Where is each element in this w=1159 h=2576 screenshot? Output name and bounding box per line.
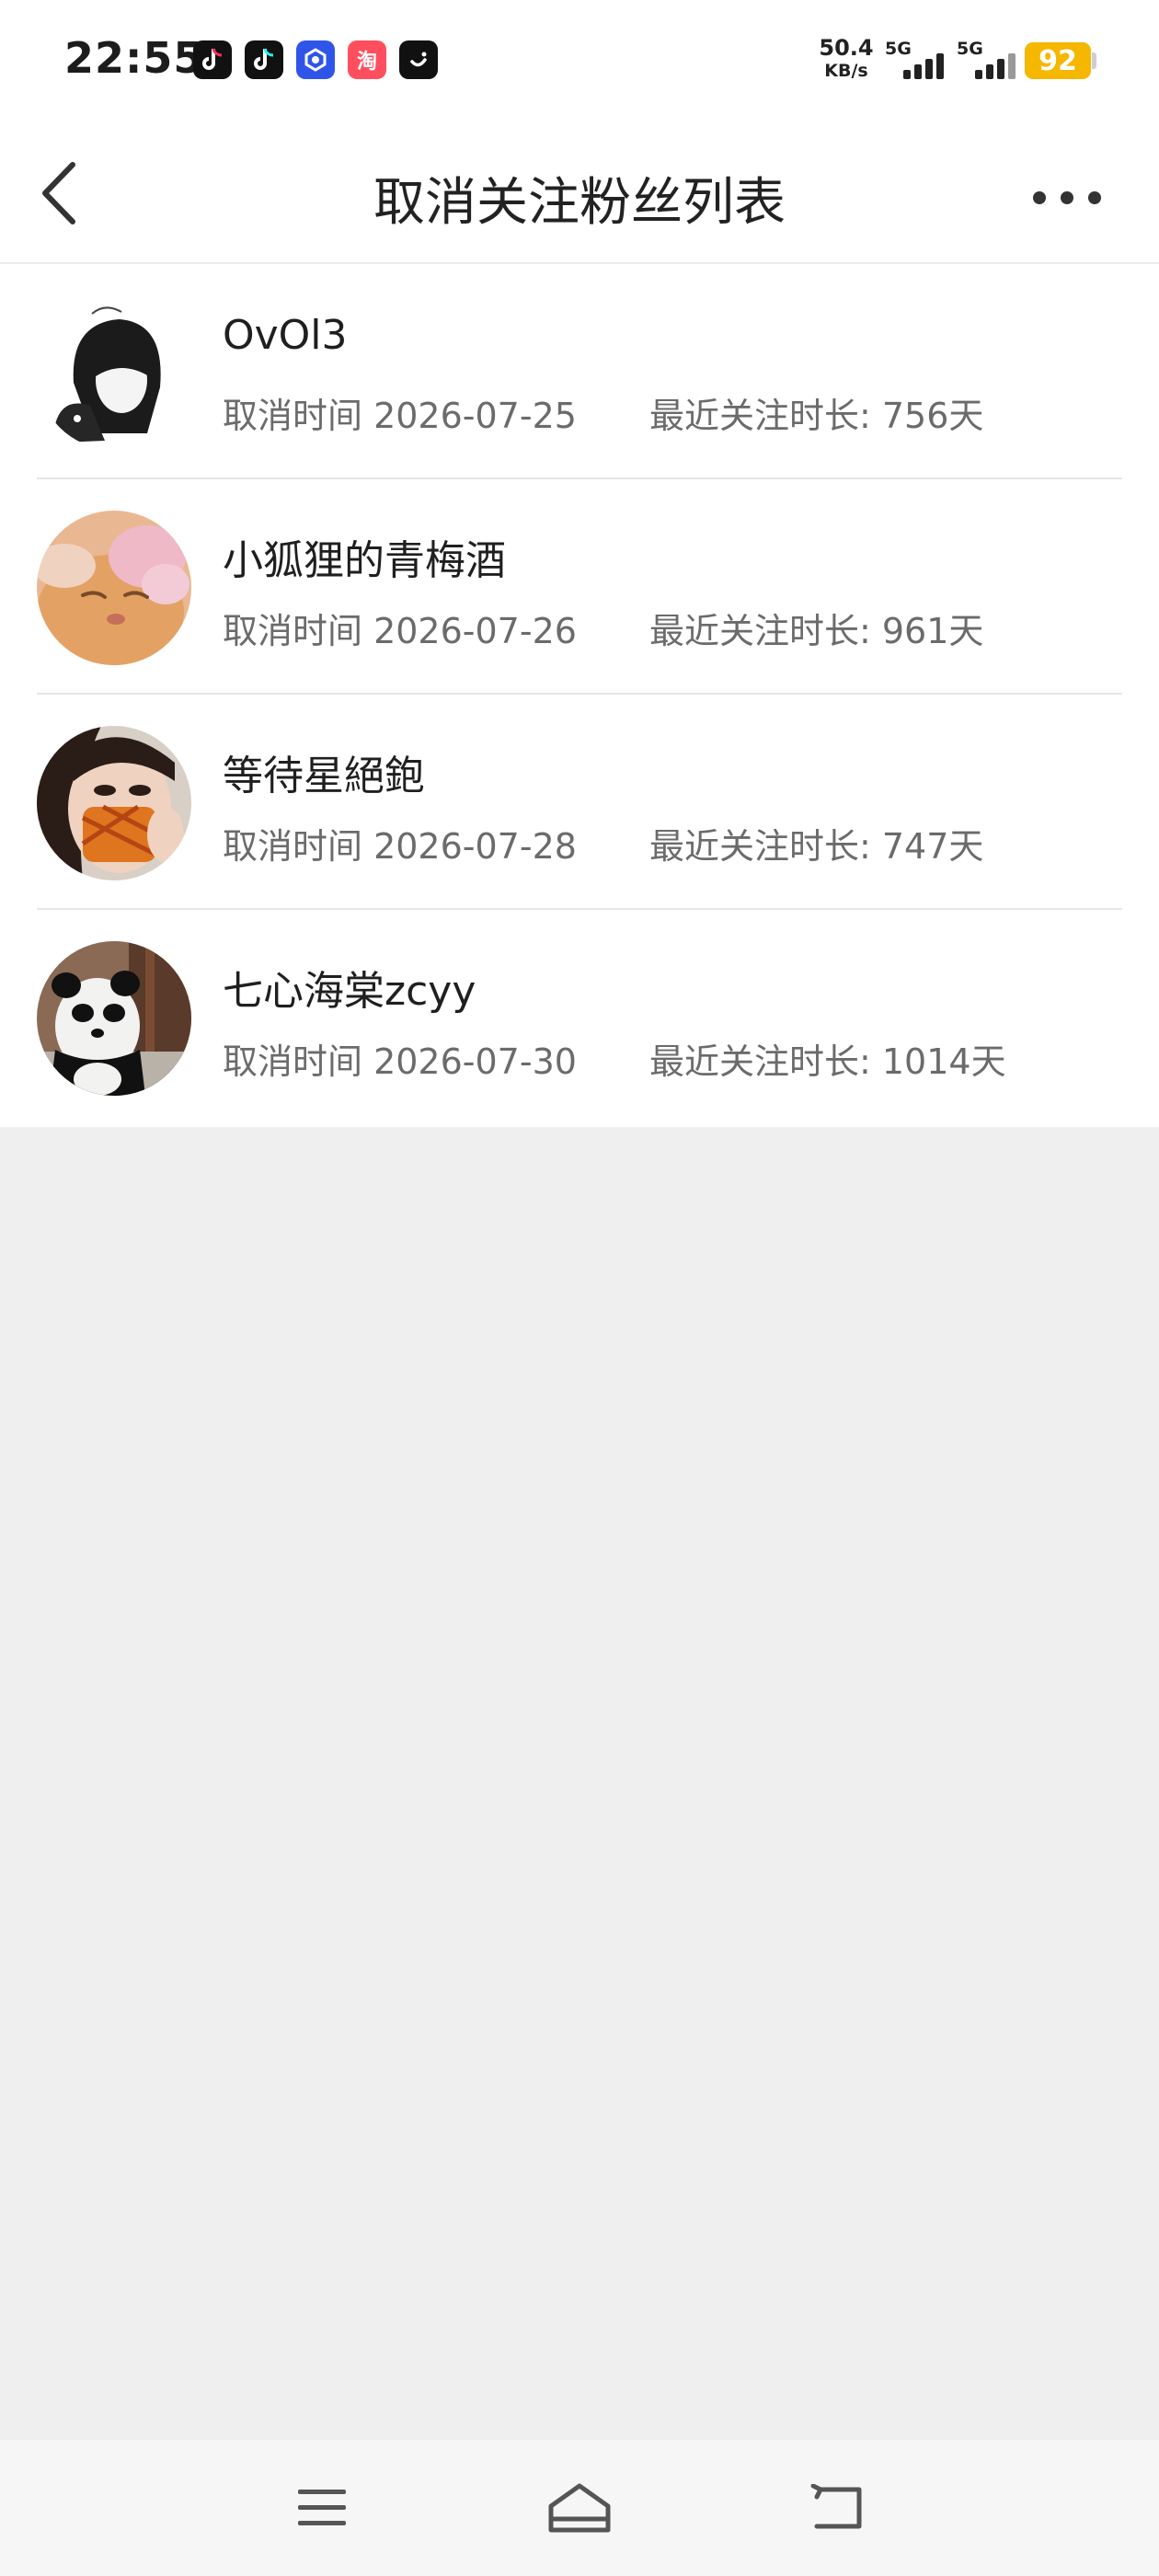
cancel-time: 取消时间 2026-07-30 <box>223 1041 577 1082</box>
status-bar: 22:55 淘 50.4 KB/s 5G 5G 92 <box>0 0 1159 124</box>
unfollow-fan-list: OvOl3 取消时间 2026-07-25 最近关注时长: 756天 小狐狸的青… <box>0 264 1159 1125</box>
avatar[interactable] <box>37 726 191 880</box>
fan-name: 小狐狸的青梅酒 <box>223 537 506 584</box>
back-arrow-icon <box>810 2484 862 2529</box>
follow-duration: 最近关注时长: 1014天 <box>649 1041 1006 1082</box>
fan-list-item[interactable]: OvOl3 取消时间 2026-07-25 最近关注时长: 756天 <box>0 264 1159 479</box>
fan-list-item[interactable]: 等待星絕鉋 取消时间 2026-07-28 最近关注时长: 747天 <box>0 695 1159 910</box>
status-time: 22:55 <box>64 33 204 83</box>
smile-app-icon <box>399 40 438 79</box>
title-bar: 取消关注粉丝列表 <box>0 124 1159 264</box>
fan-name: OvOl3 <box>223 312 348 359</box>
cancel-time: 取消时间 2026-07-25 <box>223 396 577 436</box>
signal-strength-icon: 5G <box>957 39 1023 83</box>
signal-strength-icon: 5G <box>885 39 951 83</box>
fan-name: 等待星絕鉋 <box>223 753 425 799</box>
avatar[interactable] <box>37 511 191 665</box>
follow-duration: 最近关注时长: 961天 <box>649 611 984 651</box>
tiktok-icon <box>193 40 232 79</box>
system-navigation-bar <box>0 2440 1159 2576</box>
network-speed: 50.4 KB/s <box>817 37 876 80</box>
battery-tip <box>1092 52 1096 69</box>
back-nav-button[interactable] <box>800 2478 874 2537</box>
home-button[interactable] <box>543 2478 616 2537</box>
menu-icon <box>298 2490 346 2525</box>
more-dots-icon <box>1033 191 1101 204</box>
battery-level: 92 <box>1039 44 1077 77</box>
network-speed-unit: KB/s <box>824 61 868 81</box>
battery-icon: 92 <box>1025 42 1091 79</box>
follow-duration: 最近关注时长: 747天 <box>649 826 984 867</box>
cancel-time: 取消时间 2026-07-26 <box>223 611 577 651</box>
blue-app-icon <box>296 40 335 79</box>
signal-1-label: 5G <box>885 39 912 59</box>
avatar[interactable] <box>37 295 191 450</box>
network-speed-value: 50.4 <box>819 35 874 61</box>
fan-list-item[interactable]: 小狐狸的青梅酒 取消时间 2026-07-26 最近关注时长: 961天 <box>0 479 1159 695</box>
home-icon <box>548 2483 611 2533</box>
more-options-button[interactable] <box>1021 170 1113 225</box>
cancel-time: 取消时间 2026-07-28 <box>223 826 577 867</box>
tiktok-icon <box>245 40 283 79</box>
fan-name: 七心海棠zcyy <box>223 968 476 1015</box>
taobao-icon: 淘 <box>348 40 386 79</box>
signal-2-label: 5G <box>957 39 983 59</box>
notification-app-icons: 淘 <box>193 40 438 79</box>
avatar[interactable] <box>37 941 191 1096</box>
fan-list-item[interactable]: 七心海棠zcyy 取消时间 2026-07-30 最近关注时长: 1014天 <box>0 910 1159 1125</box>
page-title: 取消关注粉丝列表 <box>373 173 786 233</box>
menu-button[interactable] <box>285 2478 359 2537</box>
follow-duration: 最近关注时长: 756天 <box>649 396 984 436</box>
